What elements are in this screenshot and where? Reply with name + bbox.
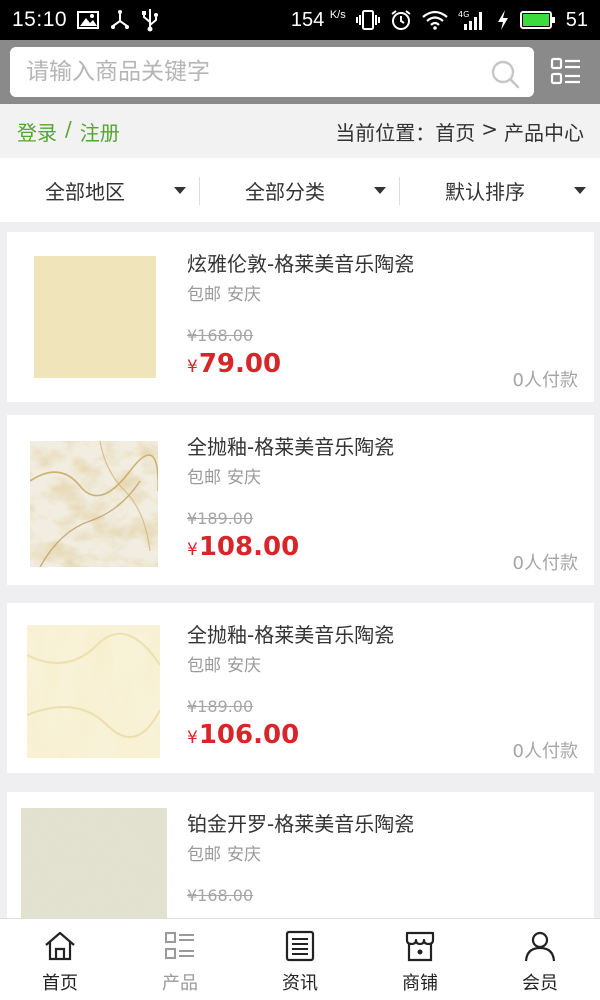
charging-icon <box>496 9 510 31</box>
product-price: ¥79.00 <box>187 349 282 379</box>
filter-category[interactable]: 全部分类 <box>200 158 400 222</box>
wifi-icon <box>422 10 448 30</box>
product-city: 安庆 <box>227 656 261 676</box>
product-image[interactable] <box>30 441 158 567</box>
original-price: ¥189.00 <box>187 697 254 716</box>
nav-home-label: 首页 <box>42 973 78 994</box>
nav-products[interactable]: 产品 <box>120 919 240 1000</box>
location-label: 当前位置：首页 <box>335 120 476 145</box>
product-title[interactable]: 铂金开罗-格莱美音乐陶瓷 <box>187 808 414 837</box>
breadcrumb-bar: 登录 / 注册 当前位置：首页 > 产品中心 <box>0 104 600 158</box>
product-meta: 包邮 安庆 <box>187 840 261 865</box>
search-input[interactable] <box>10 47 480 97</box>
filter-bar: 全部地区 全部分类 默认排序 <box>0 158 600 222</box>
signal-4g-icon: 4G <box>458 9 486 31</box>
caret-down-icon <box>574 187 586 194</box>
breadcrumb-current: 产品中心 <box>504 120 584 145</box>
product-card[interactable]: 全抛釉-格莱美音乐陶瓷 包邮 安庆 ¥189.00 ¥106.00 0人付款 <box>7 603 594 773</box>
image-icon <box>77 10 100 30</box>
shipping-tag: 包邮 <box>187 285 221 305</box>
product-meta: 包邮 安庆 <box>187 280 261 305</box>
product-image[interactable] <box>27 625 160 758</box>
member-icon <box>524 931 556 962</box>
product-list: 炫雅伦敦-格莱美音乐陶瓷 包邮 安庆 ¥168.00 ¥79.00 0人付款 全… <box>0 222 600 918</box>
product-card[interactable]: 炫雅伦敦-格莱美音乐陶瓷 包邮 安庆 ¥168.00 ¥79.00 0人付款 <box>7 232 594 402</box>
status-time: 15:10 <box>12 8 68 31</box>
nav-news[interactable]: 资讯 <box>240 919 360 1000</box>
nav-home[interactable]: 首页 <box>0 919 120 1000</box>
nav-news-label: 资讯 <box>282 973 318 994</box>
filter-category-label: 全部分类 <box>245 179 325 204</box>
search-icon[interactable] <box>490 59 520 89</box>
product-city: 安庆 <box>227 285 261 305</box>
product-list-icon <box>165 932 194 959</box>
shipping-tag: 包邮 <box>187 656 221 676</box>
product-image[interactable] <box>21 808 167 918</box>
search-box <box>10 47 534 97</box>
product-title[interactable]: 炫雅伦敦-格莱美音乐陶瓷 <box>187 248 414 277</box>
product-city: 安庆 <box>227 845 261 865</box>
login-link[interactable]: 登录 <box>17 117 57 146</box>
product-title[interactable]: 全抛釉-格莱美音乐陶瓷 <box>187 431 394 460</box>
nav-store[interactable]: 商铺 <box>360 919 480 1000</box>
breadcrumb-home[interactable]: 首页 <box>435 121 475 145</box>
caret-down-icon <box>374 187 386 194</box>
status-bar: 15:10 154 K/s 4G 51 <box>0 0 600 40</box>
register-link[interactable]: 注册 <box>80 117 120 146</box>
nav-member[interactable]: 会员 <box>480 919 600 1000</box>
alarm-icon <box>390 9 412 31</box>
nav-products-label: 产品 <box>162 973 198 994</box>
nav-member-label: 会员 <box>522 973 558 994</box>
product-city: 安庆 <box>227 468 261 488</box>
product-price: ¥108.00 <box>187 532 300 562</box>
product-title[interactable]: 全抛釉-格莱美音乐陶瓷 <box>187 619 394 648</box>
breadcrumb-arrow: > <box>481 116 498 141</box>
filter-sort[interactable]: 默认排序 <box>400 158 600 222</box>
original-price: ¥189.00 <box>187 509 254 528</box>
product-price: ¥106.00 <box>187 720 300 750</box>
news-icon <box>285 930 315 962</box>
home-icon <box>45 931 75 961</box>
shipping-tag: 包邮 <box>187 845 221 865</box>
breadcrumb: 当前位置：首页 > 产品中心 <box>335 117 584 146</box>
sold-count: 0人付款 <box>512 370 578 391</box>
filter-region-label: 全部地区 <box>45 179 125 204</box>
bottom-nav: 首页 产品 资讯 商铺 会员 <box>0 918 600 1000</box>
battery-icon <box>519 10 556 30</box>
product-meta: 包邮 安庆 <box>187 463 261 488</box>
category-menu-icon[interactable] <box>550 56 582 88</box>
product-card[interactable]: 铂金开罗-格莱美音乐陶瓷 包邮 安庆 ¥168.00 <box>7 792 594 918</box>
svg-text:4G: 4G <box>458 10 469 19</box>
vibrate-icon <box>355 9 380 31</box>
original-price: ¥168.00 <box>187 326 254 345</box>
network-speed: 154 K/s <box>290 8 346 31</box>
store-icon <box>405 931 435 962</box>
filter-region[interactable]: 全部地区 <box>0 158 200 222</box>
nav-store-label: 商铺 <box>402 973 438 994</box>
product-card[interactable]: 全抛釉-格莱美音乐陶瓷 包邮 安庆 ¥189.00 ¥108.00 0人付款 <box>7 415 594 585</box>
shipping-tag: 包邮 <box>187 468 221 488</box>
sold-count: 0人付款 <box>512 553 578 574</box>
battery-level: 51 <box>565 8 588 31</box>
search-header <box>0 40 600 104</box>
sold-count: 0人付款 <box>512 741 578 762</box>
usb-debug-icon <box>109 9 131 31</box>
filter-sort-label: 默认排序 <box>445 179 525 204</box>
status-left: 15:10 <box>12 8 159 32</box>
auth-links: 登录 / 注册 <box>17 117 120 146</box>
product-meta: 包邮 安庆 <box>187 651 261 676</box>
product-image[interactable] <box>34 256 156 378</box>
usb-icon <box>141 8 159 32</box>
auth-separator: / <box>65 116 72 141</box>
status-right: 154 K/s 4G 51 <box>291 9 588 32</box>
caret-down-icon <box>174 187 186 194</box>
original-price: ¥168.00 <box>187 886 254 905</box>
